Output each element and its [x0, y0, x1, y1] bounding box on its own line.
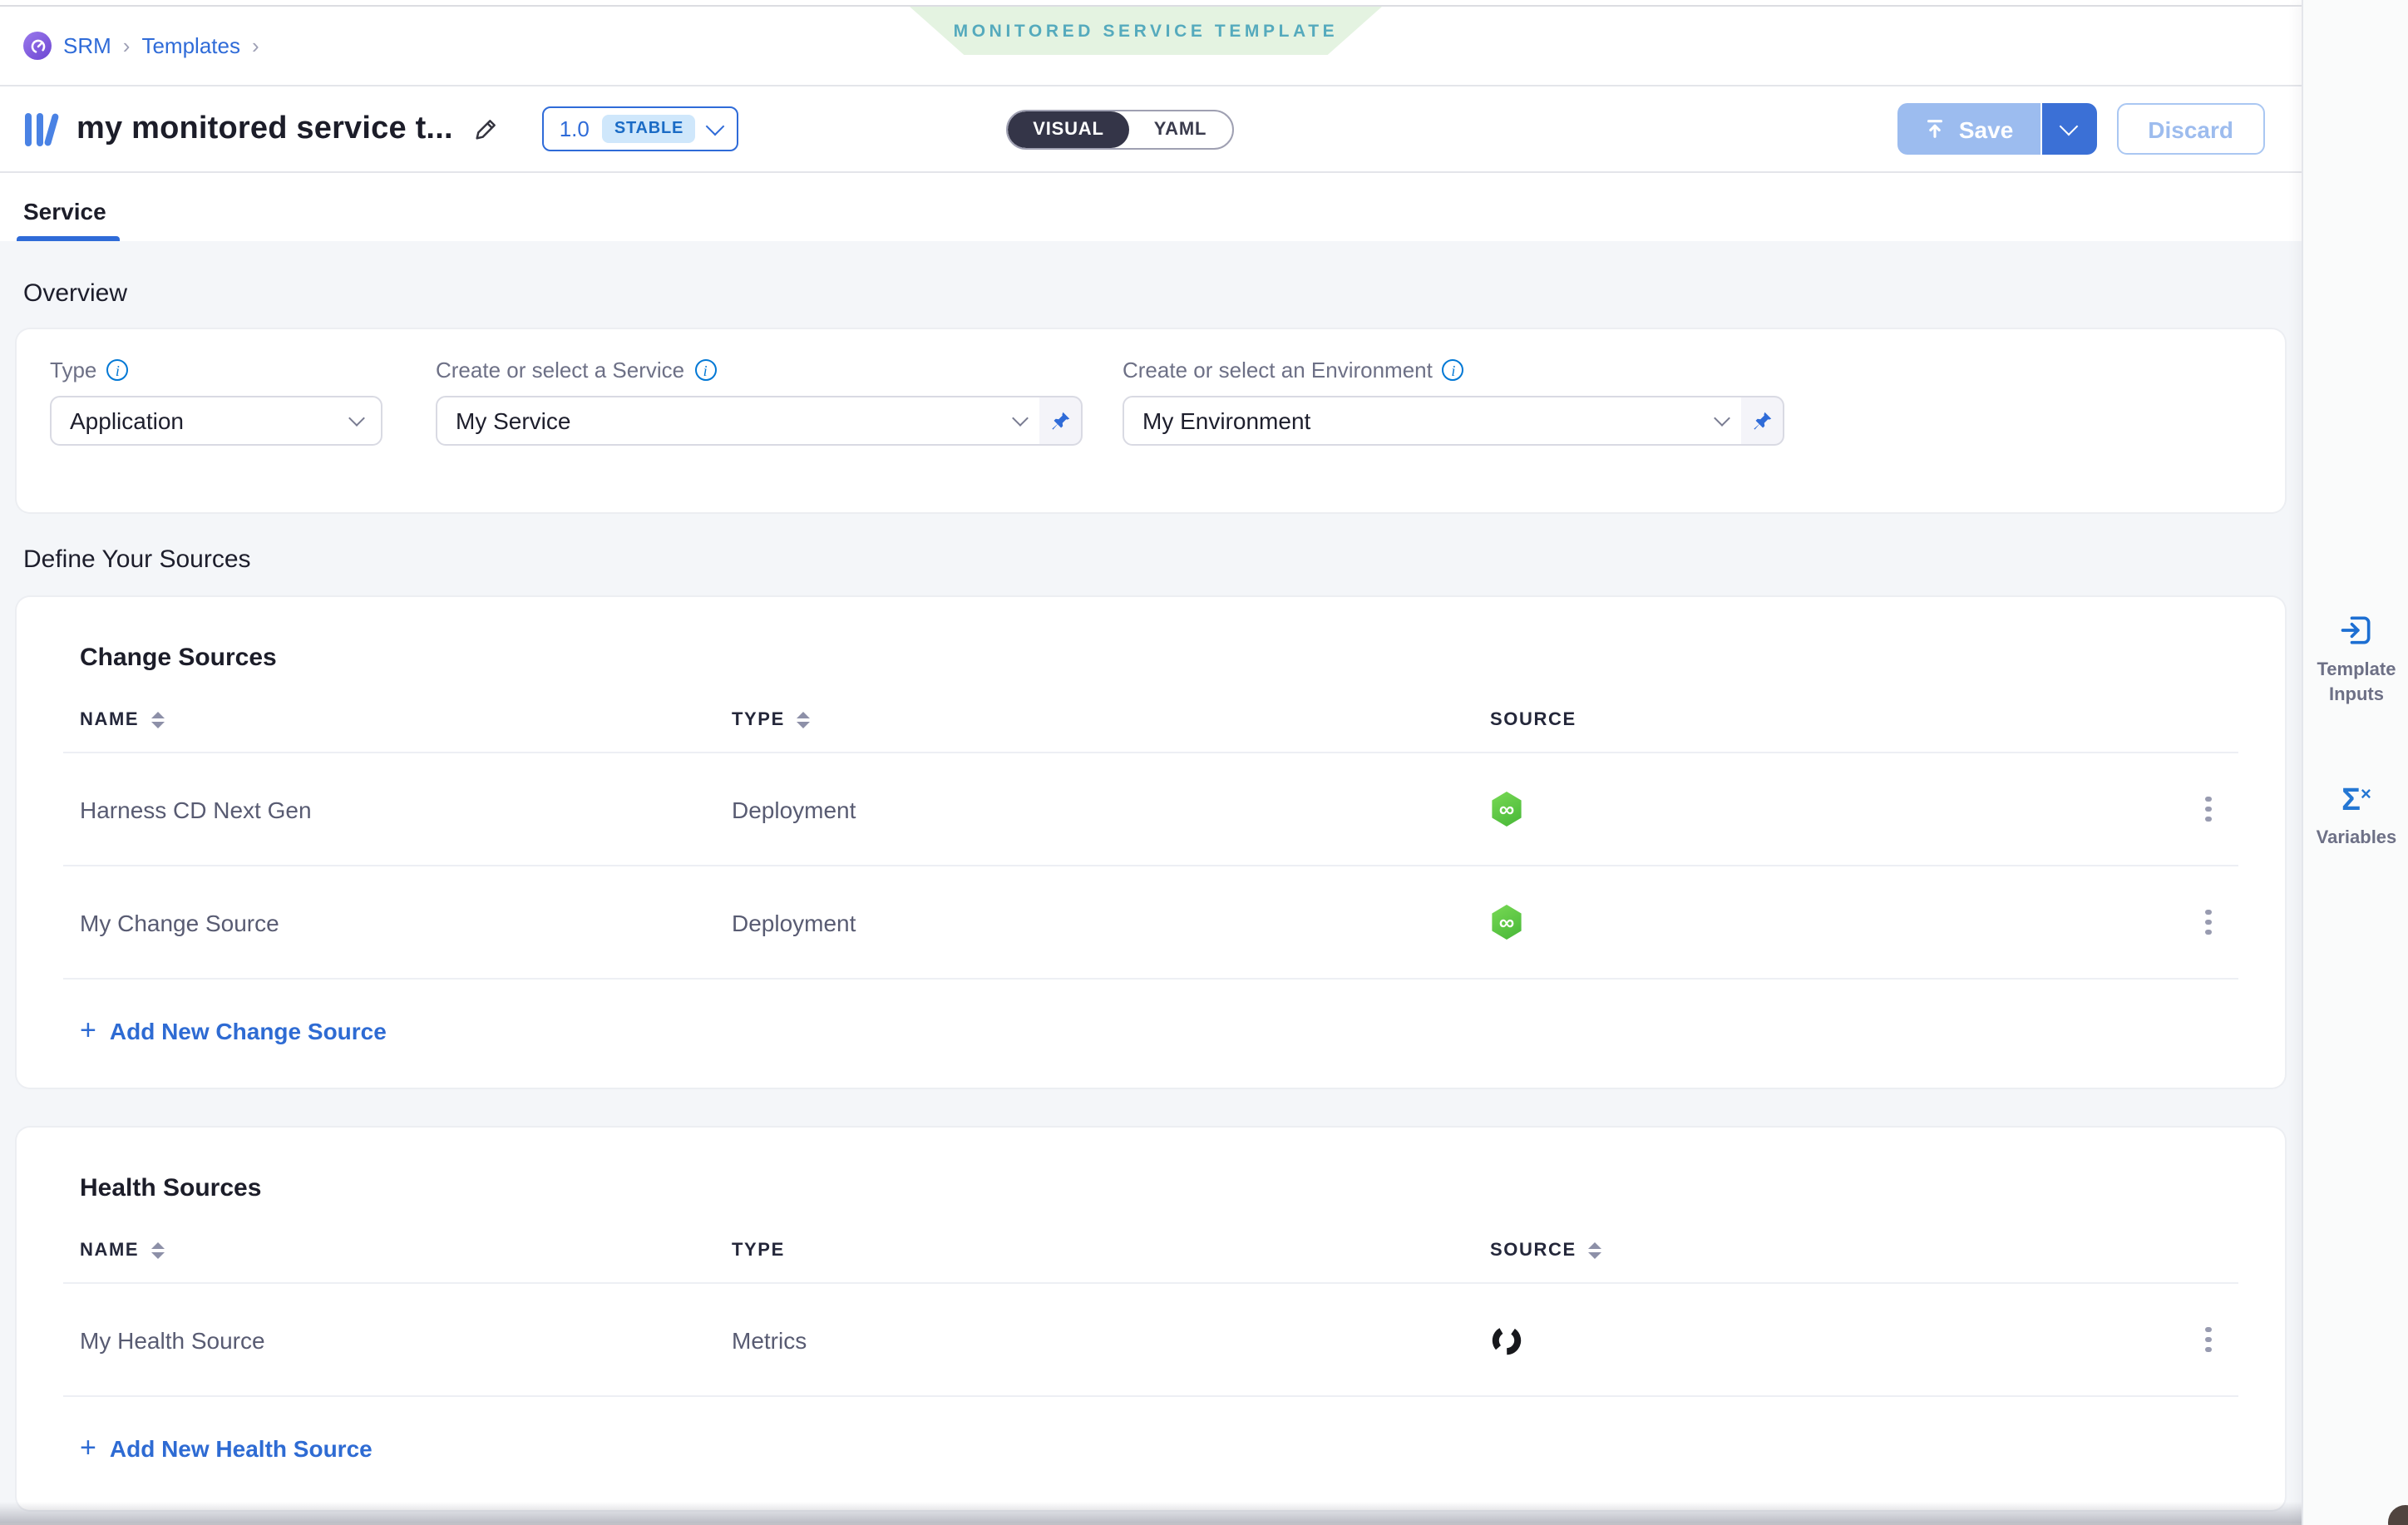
- header-actions: Save Discard: [1897, 103, 2265, 155]
- change-source-type: Deployment: [732, 909, 1470, 935]
- column-header-type[interactable]: TYPE: [732, 710, 1470, 730]
- add-new-health-source-button[interactable]: + Add New Health Source: [80, 1435, 2238, 1462]
- chevron-down-icon: [706, 116, 725, 136]
- main-column: MONITORED SERVICE TEMPLATE SRM › Templat…: [0, 0, 2302, 1525]
- info-icon[interactable]: i: [694, 359, 716, 381]
- overview-card: Type i Application Create or select a Se…: [17, 329, 2285, 512]
- visual-yaml-toggle: VISUAL YAML: [1006, 109, 1233, 149]
- version-selector[interactable]: 1.0 STABLE: [543, 106, 739, 151]
- health-source-name: My Health Source: [80, 1326, 732, 1353]
- chevron-down-icon: [1714, 409, 1730, 426]
- plus-icon: +: [80, 1016, 96, 1044]
- overview-heading: Overview: [23, 241, 2285, 308]
- app-window: MONITORED SERVICE TEMPLATE SRM › Templat…: [0, 0, 2408, 1525]
- save-options-caret[interactable]: [2041, 103, 2096, 155]
- plus-icon: +: [80, 1434, 96, 1462]
- type-label: Type: [50, 358, 96, 382]
- pin-environment-button[interactable]: [1741, 396, 1784, 446]
- template-title: my monitored service t...: [76, 111, 453, 147]
- edit-title-pencil-icon[interactable]: [473, 116, 500, 142]
- harness-cd-icon: ∞: [1490, 792, 1523, 827]
- service-field-group: Create or select a Service i My Service: [436, 358, 1083, 446]
- toggle-visual[interactable]: VISUAL: [1008, 111, 1129, 147]
- chevron-down-icon: [348, 409, 365, 426]
- environment-field-group: Create or select an Environment i My Env…: [1123, 358, 1784, 446]
- sort-icon: [797, 712, 810, 728]
- change-source-name: My Change Source: [80, 909, 732, 935]
- column-header-source[interactable]: SOURCE: [1470, 1241, 2182, 1261]
- breadcrumb-separator: ›: [252, 33, 259, 58]
- harness-cd-icon: ∞: [1490, 905, 1523, 940]
- environment-label: Create or select an Environment: [1123, 358, 1433, 382]
- breadcrumb-link-srm[interactable]: SRM: [63, 33, 111, 58]
- save-button[interactable]: Save: [1897, 103, 2041, 155]
- change-sources-header-row: NAME TYPE SOURCE: [63, 710, 2238, 753]
- breadcrumb-link-templates[interactable]: Templates: [141, 33, 240, 58]
- table-row: My Health Source Metrics: [63, 1284, 2238, 1397]
- chevron-down-icon: [1012, 409, 1029, 426]
- health-sources-card: Health Sources NAME TYPE SOURCE: [17, 1128, 2285, 1510]
- change-source-name: Harness CD Next Gen: [80, 796, 732, 822]
- chevron-down-icon: [2060, 116, 2079, 136]
- template-inputs-icon: [2338, 612, 2375, 649]
- template-title-bar: my monitored service t... 1.0 STABLE VIS…: [0, 86, 2302, 173]
- table-row: Harness CD Next Gen Deployment ∞: [63, 753, 2238, 866]
- variables-sigma-icon: Σ ×: [2341, 785, 2371, 817]
- pushpin-icon: [1751, 410, 1773, 432]
- toggle-yaml[interactable]: YAML: [1129, 111, 1232, 147]
- save-split-button: Save: [1897, 103, 2096, 155]
- health-sources-header-row: NAME TYPE SOURCE: [63, 1241, 2238, 1284]
- service-select[interactable]: My Service: [436, 396, 1046, 446]
- change-sources-card: Change Sources NAME TYPE SOURCE: [17, 597, 2285, 1088]
- srm-module-icon[interactable]: [23, 32, 52, 60]
- sort-icon: [1588, 1242, 1601, 1259]
- monitored-service-template-banner: MONITORED SERVICE TEMPLATE: [910, 7, 1382, 55]
- scroll-shadow: [0, 1502, 2302, 1525]
- column-header-source: SOURCE: [1470, 710, 2182, 730]
- change-sources-heading: Change Sources: [80, 644, 2238, 672]
- sort-icon: [150, 1242, 164, 1259]
- column-header-name[interactable]: NAME: [80, 1241, 732, 1261]
- row-options-kebab-icon[interactable]: [2199, 1320, 2218, 1360]
- appdynamics-icon: [1490, 1323, 1523, 1356]
- sort-icon: [150, 712, 164, 728]
- banner-label: MONITORED SERVICE TEMPLATE: [954, 21, 1339, 41]
- health-sources-heading: Health Sources: [80, 1174, 2238, 1202]
- service-label: Create or select a Service: [436, 358, 684, 382]
- column-header-type: TYPE: [732, 1241, 1470, 1261]
- pin-service-button[interactable]: [1039, 396, 1083, 446]
- info-icon[interactable]: i: [106, 359, 128, 381]
- type-field-group: Type i Application: [50, 358, 382, 446]
- discard-button[interactable]: Discard: [2116, 103, 2265, 155]
- template-inputs-button[interactable]: Template Inputs: [2303, 612, 2408, 708]
- tab-service[interactable]: Service: [23, 198, 106, 241]
- breadcrumb-separator: ›: [123, 33, 131, 58]
- type-select[interactable]: Application: [50, 396, 382, 446]
- row-options-kebab-icon[interactable]: [2199, 902, 2218, 942]
- right-rail: Template Inputs Σ × Variables: [2302, 0, 2408, 1525]
- tabs-row: Service: [0, 173, 2302, 241]
- info-icon[interactable]: i: [1443, 359, 1464, 381]
- define-sources-heading: Define Your Sources: [23, 512, 2285, 574]
- health-source-type: Metrics: [732, 1326, 1470, 1353]
- version-stable-badge: STABLE: [603, 115, 695, 143]
- table-row: My Change Source Deployment ∞: [63, 866, 2238, 980]
- window-top-divider: [0, 5, 2302, 7]
- content-area: Overview Type i Application: [0, 241, 2302, 1523]
- change-source-type: Deployment: [732, 796, 1470, 822]
- row-options-kebab-icon[interactable]: [2199, 789, 2218, 829]
- template-library-icon: [23, 111, 63, 147]
- variables-button[interactable]: Σ × Variables: [2303, 785, 2408, 851]
- version-number: 1.0: [560, 116, 590, 141]
- column-header-name[interactable]: NAME: [80, 710, 732, 730]
- breadcrumb: SRM › Templates ›: [23, 32, 259, 60]
- environment-select[interactable]: My Environment: [1123, 396, 1748, 446]
- add-new-change-source-button[interactable]: + Add New Change Source: [80, 1018, 2238, 1044]
- pushpin-icon: [1049, 410, 1071, 432]
- upload-icon: [1924, 118, 1946, 140]
